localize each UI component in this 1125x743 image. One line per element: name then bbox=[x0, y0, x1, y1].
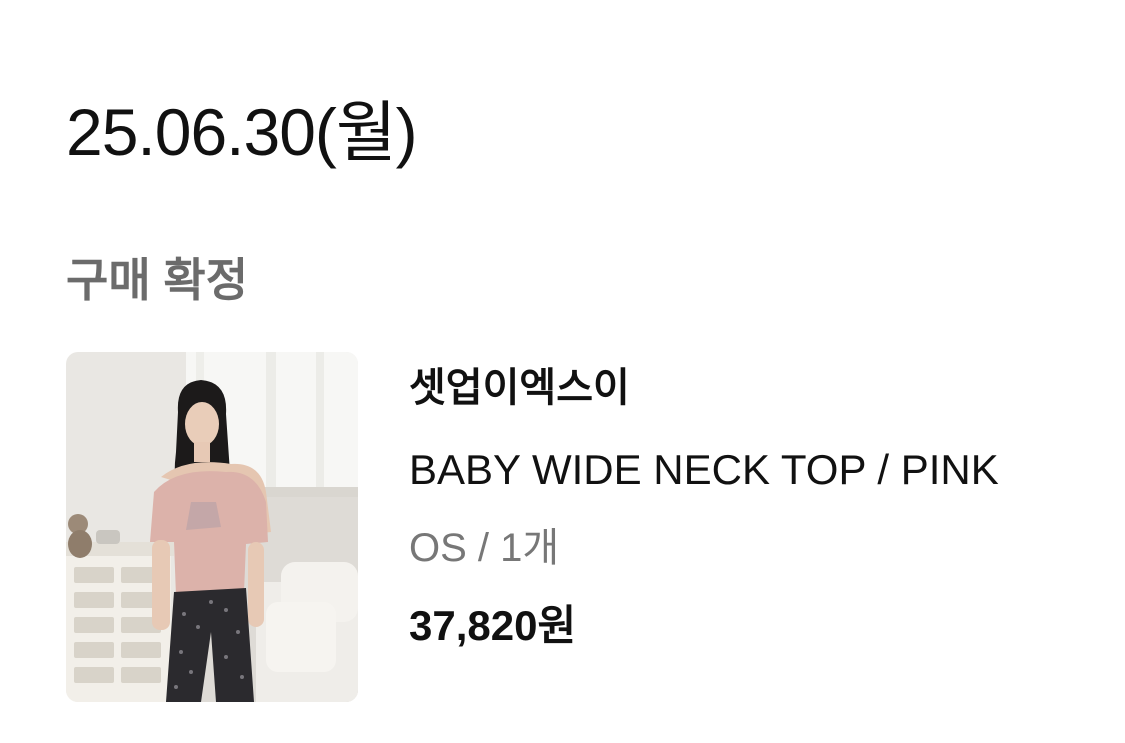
product-photo bbox=[66, 352, 358, 702]
order-status-label: 구매 확정 bbox=[66, 254, 249, 306]
product-name: BABY WIDE NECK TOP / PINK bbox=[409, 446, 999, 493]
order-date: 25.06.30(월) bbox=[66, 95, 418, 169]
product-price: 37,820원 bbox=[409, 602, 577, 649]
product-info[interactable]: 셋업이엑스이 BABY WIDE NECK TOP / PINK OS / 1개… bbox=[409, 362, 1109, 652]
product-option: OS / 1개 bbox=[409, 526, 560, 570]
product-thumbnail[interactable] bbox=[66, 352, 358, 702]
order-detail-screen: 25.06.30(월) 구매 확정 셋업이엑스이 BABY WIDE NECK … bbox=[0, 0, 1125, 743]
brand-name: 셋업이엑스이 bbox=[409, 366, 630, 410]
